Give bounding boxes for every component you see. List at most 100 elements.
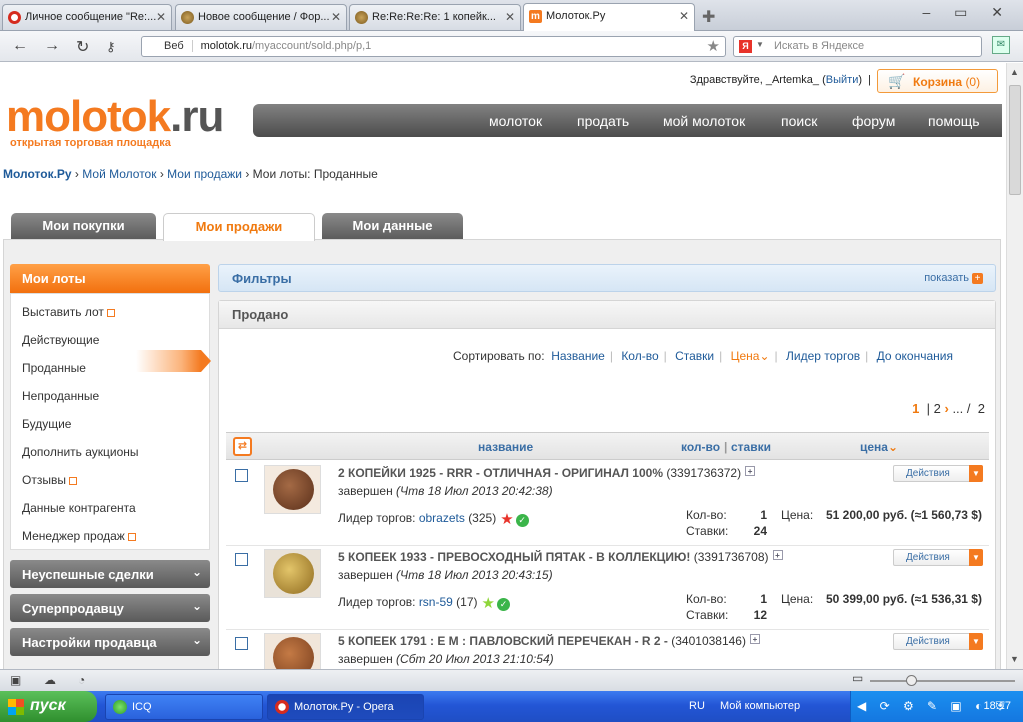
lot-title-link[interactable]: 5 КОПЕЕК 1791 : Е М : ПАВЛОВСКИЙ ПЕРЕЧЕК… <box>338 634 668 648</box>
lot-thumbnail[interactable] <box>264 633 321 669</box>
logo-main: molotok <box>6 92 171 141</box>
nav-help[interactable]: помощь <box>928 113 980 129</box>
row-checkbox[interactable] <box>235 469 248 482</box>
lot-thumbnail[interactable] <box>264 549 321 598</box>
my-computer-label[interactable]: Мой компьютер <box>720 700 800 712</box>
close-tab-icon[interactable]: ✕ <box>505 10 515 24</box>
row-checkbox[interactable] <box>235 553 248 566</box>
sidebar-item-new-lot[interactable]: Выставить лот <box>22 305 115 319</box>
sidebar-item-sales-manager[interactable]: Менеджер продаж <box>22 529 136 543</box>
nav-sell[interactable]: продать <box>577 113 629 129</box>
lot-end-date: (Сбт 20 Июл 2013 21:10:54) <box>396 652 554 666</box>
leader-link[interactable]: obrazets <box>419 511 465 525</box>
sidebar-item-future[interactable]: Будущие <box>22 417 71 431</box>
breadcrumb-home[interactable]: Молоток.Ру <box>3 167 72 181</box>
sidebar-group-failed-deals[interactable]: Неуспешные сделки ⌄ <box>10 560 210 588</box>
sidebar-item-unsold[interactable]: Непроданные <box>22 389 99 403</box>
search-engine-dropdown-icon[interactable]: ▼ <box>756 40 764 49</box>
sort-by-end-time[interactable]: До окончания <box>877 349 953 363</box>
nav-search[interactable]: поиск <box>781 113 817 129</box>
breadcrumb-my-molotok[interactable]: Мой Молоток <box>82 167 156 181</box>
taskbar-item-label: Молоток.Ру - Opera <box>294 701 394 713</box>
actions-dropdown[interactable]: Действия ▼ <box>893 465 983 482</box>
table-row: 2 КОПЕЙКИ 1925 - RRR - ОТЛИЧНАЯ - ОРИГИН… <box>226 462 989 546</box>
site-logo[interactable]: molotok.ru <box>6 92 224 142</box>
taskbar-item-icq[interactable]: ICQ <box>105 694 263 720</box>
view-icon[interactable]: ▭ <box>852 671 863 685</box>
back-icon[interactable]: ← <box>12 37 28 55</box>
actions-label: Действия <box>906 468 950 479</box>
scrollbar-thumb[interactable] <box>1009 85 1021 195</box>
new-tab-icon[interactable]: ✚ <box>702 7 715 27</box>
nav-my-molotok[interactable]: мой молоток <box>663 113 745 129</box>
column-qty[interactable]: кол-во <box>681 440 720 454</box>
taskbar-item-opera[interactable]: Молоток.Ру - Opera <box>267 694 424 720</box>
greeting-text: Здравствуйте, _Artemka_ <box>689 74 820 86</box>
forward-icon[interactable]: → <box>44 37 60 55</box>
panel-toggle-icon[interactable]: ▣ <box>10 673 21 687</box>
lot-title-link[interactable]: 5 КОПЕЕК 1933 - ПРЕВОСХОДНЫЙ ПЯТАК - В К… <box>338 550 690 564</box>
sidebar-item-counterparty[interactable]: Данные контрагента <box>22 501 136 515</box>
sidebar-group-seller-settings[interactable]: Настройки продавца ⌄ <box>10 628 210 656</box>
close-tab-icon[interactable]: ✕ <box>331 10 341 24</box>
scroll-up-icon[interactable]: ▲ <box>1010 67 1019 77</box>
speed-dial-icon[interactable]: ◔ <box>78 673 85 687</box>
window-controls[interactable]: – ▭ ✕ <box>922 4 1013 21</box>
browser-tab-1[interactable]: Личное сообщение "Re:... ✕ <box>2 4 172 30</box>
row-checkbox[interactable] <box>235 637 248 650</box>
pager: 1 | 2 › ... / 2 <box>912 401 985 416</box>
column-bids[interactable]: ставки <box>731 440 771 454</box>
cart-button[interactable]: 🛒 Корзина (0) <box>877 69 998 93</box>
actions-dropdown[interactable]: Действия ▼ <box>893 633 983 650</box>
scroll-down-icon[interactable]: ▼ <box>1010 654 1019 664</box>
tab-my-sales[interactable]: Мои продажи <box>163 213 315 241</box>
browser-tab-4[interactable]: m Молоток.Ру ✕ <box>523 3 695 31</box>
tab-my-purchases[interactable]: Мои покупки <box>11 213 156 239</box>
sidebar-group-superseller[interactable]: Суперпродавцу ⌄ <box>10 594 210 622</box>
nav-molotok[interactable]: молоток <box>489 113 542 129</box>
vertical-scrollbar[interactable]: ▲ ▼ <box>1006 63 1023 669</box>
close-tab-icon[interactable]: ✕ <box>679 9 689 23</box>
sort-by-name[interactable]: Название <box>551 349 605 363</box>
search-field[interactable]: Я ▼ Искать в Яндексе <box>733 36 982 57</box>
address-bar[interactable]: Веб molotok.ru/myaccount/sold.php/p,1 ★ <box>141 36 726 57</box>
sort-by-bids[interactable]: Ставки <box>675 349 714 363</box>
sidebar-item-active[interactable]: Действующие <box>22 333 99 347</box>
close-tab-icon[interactable]: ✕ <box>156 10 166 24</box>
breadcrumb-my-sales[interactable]: Мои продажи <box>167 167 242 181</box>
filters-show-button[interactable]: показать + <box>924 272 983 284</box>
sidebar-item-feedback[interactable]: Отзывы <box>22 473 77 487</box>
select-all-icon[interactable]: ⇄ <box>233 437 252 456</box>
sort-by-qty[interactable]: Кол-во <box>621 349 658 363</box>
column-name[interactable]: название <box>478 440 533 454</box>
sort-by-leader[interactable]: Лидер торгов <box>786 349 860 363</box>
language-indicator[interactable]: RU <box>689 700 705 712</box>
browser-tab-2[interactable]: Новое сообщение / Фор... ✕ <box>175 4 347 30</box>
expand-icon[interactable]: + <box>772 550 783 560</box>
zoom-slider-knob[interactable] <box>906 675 917 686</box>
mail-icon[interactable]: ✉ <box>992 36 1010 54</box>
tab-my-data[interactable]: Мои данные <box>322 213 463 239</box>
sidebar-item-sold[interactable]: Проданные <box>22 361 86 375</box>
nav-forum[interactable]: форум <box>852 113 895 129</box>
browser-tab-3[interactable]: Re:Re:Re:Re: 1 копейк... ✕ <box>349 4 521 30</box>
column-price[interactable]: цена⌄ <box>860 440 898 454</box>
sidebar-item-extend-auctions[interactable]: Дополнить аукционы <box>22 445 139 459</box>
reload-icon[interactable]: ↻ <box>76 37 89 57</box>
start-button[interactable]: пуск <box>0 691 97 722</box>
zoom-slider[interactable] <box>870 675 1015 686</box>
expand-icon[interactable]: + <box>745 466 756 476</box>
actions-dropdown[interactable]: Действия ▼ <box>893 549 983 566</box>
cloud-icon[interactable]: ☁ <box>44 673 56 687</box>
pager-next-icon[interactable]: › <box>944 401 948 416</box>
sort-by-price[interactable]: Цена⌄ <box>731 349 770 363</box>
key-icon[interactable]: ⚷ <box>106 39 116 55</box>
opera-favicon-icon <box>8 11 21 24</box>
lot-thumbnail[interactable] <box>264 465 321 514</box>
expand-icon[interactable]: + <box>749 634 760 644</box>
bookmark-star-icon[interactable]: ★ <box>707 37 720 55</box>
leader-link[interactable]: rsn-59 <box>419 595 453 609</box>
logout-link[interactable]: Выйти <box>826 74 859 86</box>
lot-title-link[interactable]: 2 КОПЕЙКИ 1925 - RRR - ОТЛИЧНАЯ - ОРИГИН… <box>338 466 663 480</box>
pager-page-2[interactable]: 2 <box>934 401 941 416</box>
